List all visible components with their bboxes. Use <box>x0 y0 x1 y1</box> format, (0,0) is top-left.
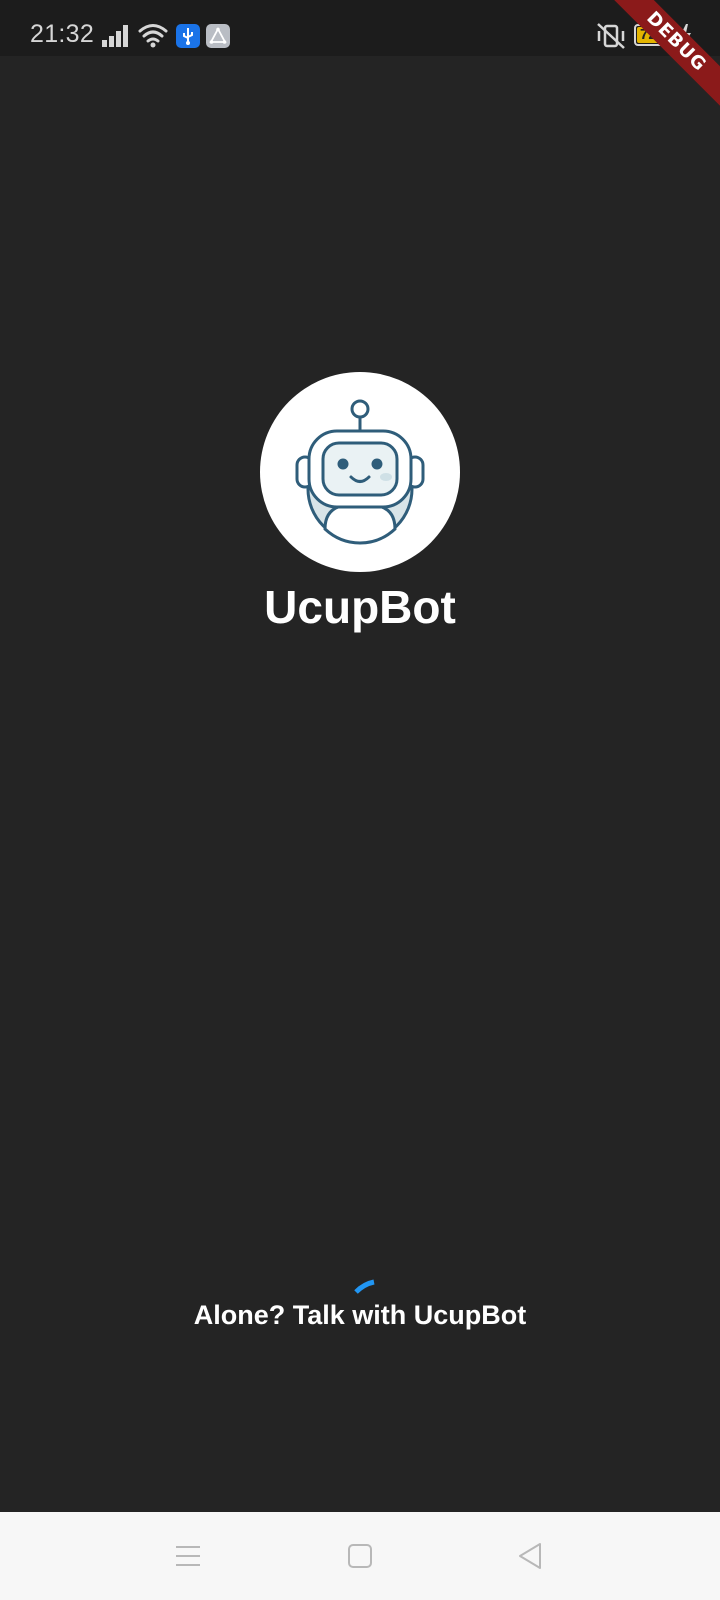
app-title: UcupBot <box>264 581 456 633</box>
battery-level: 72 <box>640 26 657 43</box>
home-icon <box>348 1544 372 1568</box>
home-button[interactable] <box>340 1536 380 1576</box>
wifi-icon <box>138 24 168 48</box>
status-time: 21:32 <box>30 20 95 48</box>
menu-icon <box>176 1546 200 1566</box>
status-bar: 21:32 72 DEBUG <box>0 0 720 109</box>
app-logo <box>260 372 460 572</box>
usb-debug-icon <box>176 24 200 48</box>
back-button[interactable] <box>510 1536 550 1576</box>
app-tagline: Alone? Talk with UcupBot <box>193 1300 527 1330</box>
signal-icon <box>102 25 128 47</box>
menu-button[interactable] <box>168 1536 208 1576</box>
robot-icon <box>295 399 425 545</box>
back-icon <box>519 1543 541 1569</box>
battery-icon: 72 <box>634 24 672 46</box>
vibrate-off-icon <box>597 23 625 49</box>
splash-screen: UcupBot Alone? Talk with UcupBot <box>0 56 720 1512</box>
navigation-bar <box>0 1512 720 1600</box>
app-notification-icon <box>206 24 230 48</box>
charging-icon <box>679 24 691 48</box>
